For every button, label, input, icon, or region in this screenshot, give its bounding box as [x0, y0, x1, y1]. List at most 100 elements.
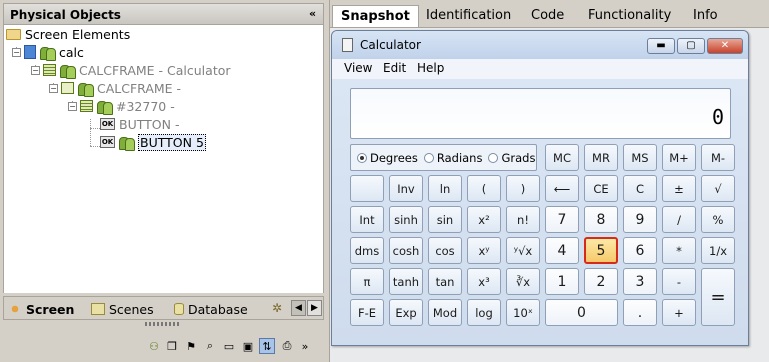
collapse-icon[interactable]: − [68, 101, 77, 111]
key-xy[interactable]: xʸ [467, 237, 501, 264]
comment-icon[interactable]: ⌕ [202, 338, 218, 354]
tab-scenes[interactable]: Scenes [91, 299, 154, 319]
key-log[interactable]: log [467, 299, 501, 326]
key-rparen[interactable]: ) [506, 175, 540, 202]
tree-node-32770[interactable]: − #32770 - [68, 97, 175, 115]
radio-degrees[interactable]: Degrees [357, 151, 418, 165]
key-cosh[interactable]: cosh [389, 237, 423, 264]
database-tab-icon [174, 303, 184, 315]
gear-icon[interactable]: ✲ [272, 301, 282, 315]
key-k6[interactable]: 6 [623, 237, 657, 264]
tab-screen[interactable]: Screen [8, 299, 74, 319]
resize-grip[interactable] [145, 322, 181, 326]
tab-info[interactable]: Info [685, 5, 726, 27]
copy-icon[interactable]: ❐ [164, 338, 180, 354]
key-tan[interactable]: tan [428, 268, 462, 295]
menu-edit[interactable]: Edit [383, 61, 406, 75]
monitor-icon[interactable]: ▭ [221, 338, 237, 354]
key-mul[interactable]: * [662, 237, 696, 264]
key-x2[interactable]: x² [467, 206, 501, 233]
key-tanh[interactable]: tanh [389, 268, 423, 295]
key-k2[interactable]: 2 [584, 268, 618, 295]
key-ln[interactable]: ln [428, 175, 462, 202]
key-k0[interactable]: 0 [545, 299, 618, 326]
menu-view[interactable]: View [344, 61, 372, 75]
tab-label: Database [188, 301, 248, 317]
key-ms[interactable]: MS [623, 144, 657, 171]
tree-node-calc[interactable]: − calc [12, 43, 84, 61]
tab-database[interactable]: Database [174, 299, 248, 319]
collapse-icon[interactable]: − [12, 47, 21, 57]
tab-code[interactable]: Code [523, 5, 572, 27]
more-icon[interactable]: » [300, 338, 310, 354]
properties-icon[interactable]: ⇅ [259, 338, 275, 354]
key-sinh[interactable]: sinh [389, 206, 423, 233]
key-ce[interactable]: CE [584, 175, 618, 202]
key-mminus[interactable]: M- [701, 144, 735, 171]
minimize-icon[interactable]: ▬ [647, 38, 675, 54]
radio-grads[interactable]: Grads [488, 151, 535, 165]
key-x3[interactable]: x³ [467, 268, 501, 295]
key-yroot[interactable]: ʸ√x [506, 237, 540, 264]
close-icon[interactable]: ✕ [707, 38, 743, 54]
key-eq[interactable]: = [701, 268, 735, 326]
tree-node-label: CALCFRAME - Calculator [79, 62, 231, 78]
collapse-icon[interactable]: − [31, 65, 40, 75]
key-k1[interactable]: 1 [545, 268, 579, 295]
tab-snapshot[interactable]: Snapshot [332, 5, 419, 27]
tree-node-screen-elements[interactable]: Screen Elements [6, 25, 130, 43]
key-ten[interactable]: 10ˣ [506, 299, 540, 326]
key-c[interactable]: C [623, 175, 657, 202]
tree-node-button-5[interactable]: OK BUTTON 5 [100, 133, 206, 151]
window-icon[interactable]: ▣ [240, 338, 256, 354]
maximize-icon[interactable]: ▢ [677, 38, 705, 54]
blank-key[interactable] [350, 175, 384, 202]
key-fe[interactable]: F-E [350, 299, 384, 326]
key-k5[interactable]: 5 [584, 237, 618, 264]
key-add[interactable]: + [662, 299, 696, 326]
menu-help[interactable]: Help [417, 61, 444, 75]
key-recip[interactable]: 1/x [701, 237, 735, 264]
key-mplus[interactable]: M+ [662, 144, 696, 171]
key-k3[interactable]: 3 [623, 268, 657, 295]
key-exp[interactable]: Exp [389, 299, 423, 326]
radio-radians[interactable]: Radians [423, 151, 482, 165]
print-icon[interactable]: ⎙ [279, 338, 295, 354]
key-sin[interactable]: sin [428, 206, 462, 233]
key-inv[interactable]: Inv [389, 175, 423, 202]
key-croot[interactable]: ∛x [506, 268, 540, 295]
tab-functionality[interactable]: Functionality [580, 5, 679, 27]
key-mr[interactable]: MR [584, 144, 618, 171]
key-div[interactable]: / [662, 206, 696, 233]
collapse-panel-button[interactable]: « [309, 7, 316, 20]
key-k8[interactable]: 8 [584, 206, 618, 233]
key-cos[interactable]: cos [428, 237, 462, 264]
object-group-icon [97, 100, 113, 115]
tab-identification[interactable]: Identification [418, 5, 519, 27]
key-lparen[interactable]: ( [467, 175, 501, 202]
object-toolbar: ⚇ ❐ ⚑ ⌕ ▭ ▣ ⇅ ⎙ » [3, 328, 324, 360]
key-k7[interactable]: 7 [545, 206, 579, 233]
object-group-icon[interactable]: ⚇ [146, 338, 162, 354]
tree-node-calcframe-calculator[interactable]: − CALCFRAME - Calculator [31, 61, 231, 79]
collapse-icon[interactable]: − [49, 83, 58, 93]
tree-node-button[interactable]: OK BUTTON - [100, 115, 179, 133]
key-sub[interactable]: - [662, 268, 696, 295]
scroll-right-icon[interactable]: ▶ [307, 300, 322, 316]
key-dms[interactable]: dms [350, 237, 384, 264]
key-sqrt[interactable]: √ [701, 175, 735, 202]
key-back[interactable]: ⟵ [545, 175, 579, 202]
key-dot[interactable]: . [623, 299, 657, 326]
key-mc[interactable]: MC [545, 144, 579, 171]
key-k9[interactable]: 9 [623, 206, 657, 233]
tree-node-calcframe[interactable]: − CALCFRAME - [49, 79, 181, 97]
scroll-left-icon[interactable]: ◀ [291, 300, 306, 316]
key-mod[interactable]: Mod [428, 299, 462, 326]
key-pm[interactable]: ± [662, 175, 696, 202]
key-int[interactable]: Int [350, 206, 384, 233]
key-pct[interactable]: % [701, 206, 735, 233]
key-fact[interactable]: n! [506, 206, 540, 233]
flag-icon[interactable]: ⚑ [183, 338, 199, 354]
key-k4[interactable]: 4 [545, 237, 579, 264]
key-pi[interactable]: π [350, 268, 384, 295]
